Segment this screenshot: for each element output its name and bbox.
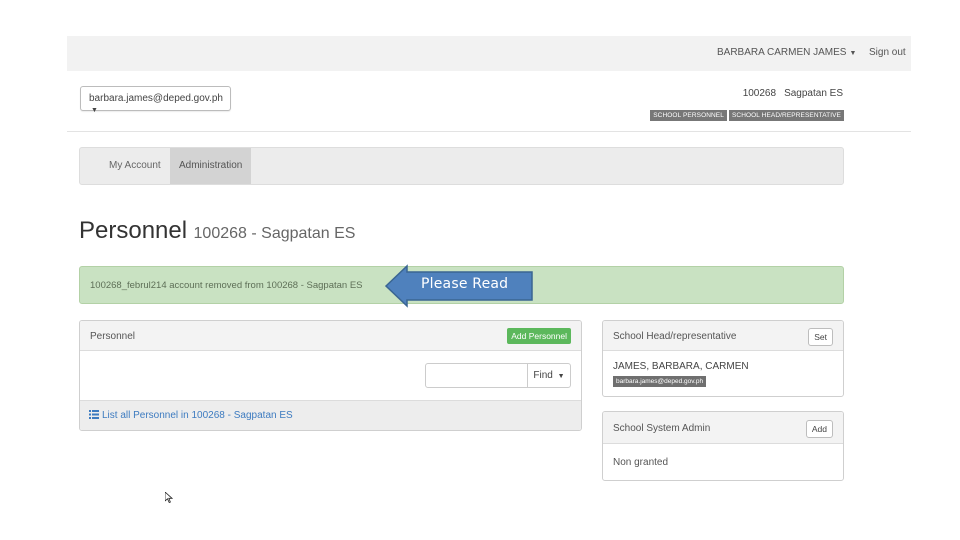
app-window: BARBARA CARMEN JAMES ▼ Sign out barbara.j…: [67, 36, 911, 496]
add-personnel-button[interactable]: Add Personnel: [507, 328, 571, 344]
add-admin-button[interactable]: Add: [805, 420, 833, 438]
nav-administration[interactable]: Administration: [170, 148, 252, 184]
list-all-personnel-link[interactable]: List all Personnel in 100268 - Sagpatan …: [89, 410, 293, 421]
personnel-panel: Personnel Add Personnel Find ▼ List all …: [79, 320, 582, 431]
account-header: barbara.james@deped.gov.ph ▼ 100268 Sagpa…: [67, 71, 911, 132]
school-name: Sagpatan ES: [784, 88, 843, 99]
set-button[interactable]: Set: [808, 328, 833, 346]
mouse-cursor-icon: [165, 492, 173, 503]
panel-title: School Head/representative: [613, 331, 737, 342]
account-email: barbara.james@deped.gov.ph: [89, 93, 223, 104]
school-id: 100268: [742, 88, 777, 99]
school-identifier: 100268 Sagpatan ES: [743, 88, 843, 99]
page-title-main: Personnel: [79, 217, 188, 244]
find-button[interactable]: Find ▼: [527, 364, 570, 387]
panel-header: School System Admin Add: [603, 412, 843, 444]
user-name: BARBARA CARMEN JAMES: [717, 47, 847, 58]
nav-my-account[interactable]: My Account: [100, 148, 170, 184]
admin-status: Non granted: [613, 457, 669, 468]
search-input[interactable]: [426, 364, 527, 387]
caret-down-icon: ▼: [91, 107, 98, 114]
role-badge: SCHOOL PERSONNEL: [650, 110, 727, 121]
caret-down-icon: ▼: [849, 50, 857, 57]
user-menu-dropdown[interactable]: BARBARA CARMEN JAMES ▼: [717, 47, 856, 58]
callout-label: Please Read: [421, 276, 509, 292]
role-badges: SCHOOL PERSONNEL SCHOOL HEAD/REPRESENTATI…: [648, 104, 844, 122]
account-selector[interactable]: barbara.james@deped.gov.ph ▼: [80, 86, 231, 114]
list-icon: [89, 410, 99, 419]
panel-title: Personnel: [90, 331, 136, 342]
school-head-email-badge: barbara.james@deped.gov.ph: [613, 376, 707, 387]
panel-footer: List all Personnel in 100268 - Sagpatan …: [80, 400, 581, 430]
caret-down-icon: ▼: [557, 373, 565, 380]
role-badge: SCHOOL HEAD/REPRESENTATIVE: [728, 110, 844, 121]
please-read-callout: Please Read: [385, 264, 533, 308]
find-label: Find: [533, 370, 553, 381]
list-link-label: List all Personnel in 100268 - Sagpatan …: [102, 410, 293, 421]
main-nav: My Account Administration: [79, 147, 844, 185]
school-head-name: JAMES, BARBARA, CARMEN: [613, 361, 749, 372]
school-head-panel: School Head/representative Set JAMES, BA…: [602, 320, 844, 397]
panel-title: School System Admin: [613, 423, 711, 434]
school-system-admin-panel: School System Admin Add Non granted: [602, 411, 844, 481]
personnel-search: Find ▼: [425, 363, 571, 388]
sign-out-link[interactable]: Sign out: [869, 47, 906, 58]
top-navbar: BARBARA CARMEN JAMES ▼ Sign out: [67, 36, 911, 71]
page-title-subtitle: 100268 - Sagpatan ES: [193, 225, 356, 242]
panel-header: Personnel Add Personnel: [80, 321, 581, 351]
page-title: Personnel 100268 - Sagpatan ES: [79, 217, 355, 245]
panel-header: School Head/representative Set: [603, 321, 843, 351]
alert-message: 100268_februl214 account removed from 10…: [90, 280, 363, 291]
